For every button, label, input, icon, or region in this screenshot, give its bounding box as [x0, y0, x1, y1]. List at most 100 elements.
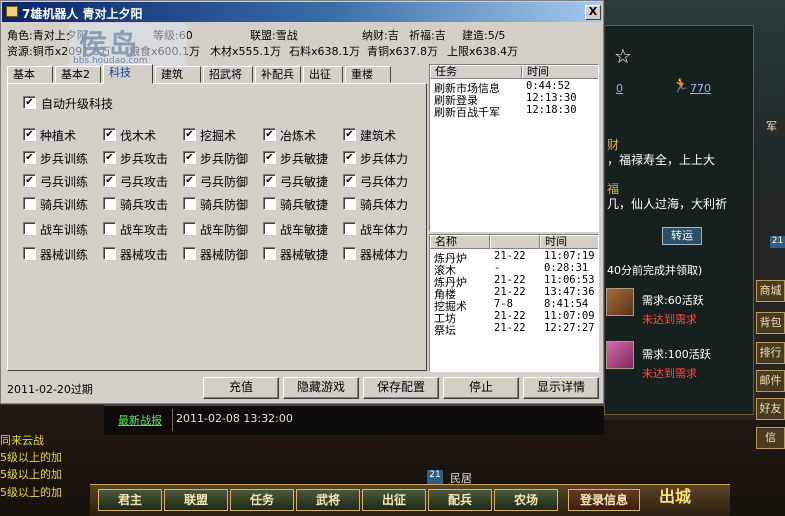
- build-level-cell[interactable]: 21-22: [494, 274, 526, 286]
- tech-checkbox[interactable]: ✔: [343, 151, 356, 164]
- tab-replenish-troops[interactable]: 补配兵: [255, 66, 301, 83]
- army-tab[interactable]: 军: [766, 118, 785, 136]
- side-tab-bag[interactable]: 背包: [756, 312, 785, 334]
- tech-checkbox[interactable]: [23, 222, 36, 235]
- time-column-header[interactable]: 时间: [522, 65, 598, 79]
- build-time-cell[interactable]: 11:06:53: [544, 274, 595, 286]
- build-level-cell[interactable]: 21-22: [494, 250, 526, 262]
- name-column-header[interactable]: 名称: [430, 235, 490, 249]
- tab-recruit-generals[interactable]: 招武将: [203, 66, 253, 83]
- side-tab-shop[interactable]: 商城: [756, 280, 785, 302]
- change-fortune-button[interactable]: 转运: [662, 227, 702, 245]
- build-level-cell[interactable]: 7-8: [494, 298, 513, 310]
- task-time-cell[interactable]: 12:13:30: [526, 92, 577, 104]
- menu-alliance-button[interactable]: 联盟: [164, 489, 228, 511]
- tech-checkbox[interactable]: ✔: [183, 151, 196, 164]
- menu-farm-button[interactable]: 农场: [494, 489, 558, 511]
- close-button[interactable]: X: [585, 5, 601, 20]
- menu-troops-button[interactable]: 配兵: [428, 489, 492, 511]
- build-time-cell[interactable]: 13:47:36: [544, 286, 595, 298]
- tech-checkbox[interactable]: [343, 247, 356, 260]
- tech-checkbox[interactable]: ✔: [263, 174, 276, 187]
- tab-basic[interactable]: 基本: [7, 66, 53, 83]
- reward-chest-icon[interactable]: [606, 288, 634, 316]
- stat-link-770[interactable]: 770: [690, 82, 711, 95]
- build-time-cell[interactable]: 0:28:31: [544, 262, 588, 274]
- tech-checkbox[interactable]: [183, 222, 196, 235]
- save-config-button[interactable]: 保存配置: [363, 377, 439, 399]
- tech-checkbox[interactable]: [23, 247, 36, 260]
- tech-checkbox[interactable]: ✔: [263, 128, 276, 141]
- tab-building[interactable]: 建筑: [155, 66, 201, 83]
- build-queue-list[interactable]: 名称 时间 炼丹炉 21-22 11:07:19 滚木 -0:28:31 炼丹炉 21-22…: [429, 234, 599, 372]
- side-tab-info[interactable]: 信: [756, 427, 785, 449]
- tech-checkbox[interactable]: [183, 247, 196, 260]
- tech-checkbox[interactable]: ✔: [183, 174, 196, 187]
- tech-checkbox[interactable]: [263, 197, 276, 210]
- tech-checkbox[interactable]: [343, 197, 356, 210]
- task-column-header[interactable]: 任务: [430, 65, 522, 79]
- build-level-cell[interactable]: 21-22: [494, 286, 526, 298]
- tech-checkbox[interactable]: ✔: [263, 151, 276, 164]
- build-name-cell[interactable]: 祭坛: [434, 322, 456, 338]
- level-column-header[interactable]: [490, 235, 540, 249]
- task-list[interactable]: 任务 时间 刷新市场信息 0:44:52 刷新登录 12:13:30 刷新百战千军 12:…: [429, 64, 599, 232]
- tech-checkbox[interactable]: [103, 222, 116, 235]
- menu-march-button[interactable]: 出征: [362, 489, 426, 511]
- reward-chest-icon[interactable]: [606, 341, 634, 369]
- window-titlebar[interactable]: 7雄机器人 青对上夕阳 X: [2, 2, 602, 22]
- tab-basic2[interactable]: 基本2: [55, 66, 101, 83]
- tech-checkbox[interactable]: [103, 247, 116, 260]
- requirement-unmet: 未达到需求: [642, 313, 697, 326]
- chat-line: 5级以上的加: [0, 486, 62, 499]
- tech-checkbox[interactable]: ✔: [23, 174, 36, 187]
- tech-checkbox[interactable]: ✔: [103, 151, 116, 164]
- task-name-cell[interactable]: 刷新百战千军: [434, 104, 500, 120]
- menu-quest-button[interactable]: 任务: [230, 489, 294, 511]
- folder-icon: [6, 6, 18, 17]
- side-tab-rank[interactable]: 排行: [756, 342, 785, 364]
- stat-link-zero[interactable]: 0: [616, 82, 623, 95]
- latest-battle-report-link[interactable]: 最新战报: [118, 412, 162, 428]
- build-level-cell[interactable]: 21-22: [494, 322, 526, 334]
- tech-checkbox[interactable]: ✔: [103, 128, 116, 141]
- task-time-cell[interactable]: 12:18:30: [526, 104, 577, 116]
- favorite-star-icon[interactable]: ☆: [614, 44, 632, 68]
- stop-button[interactable]: 停止: [443, 377, 519, 399]
- tech-checkbox[interactable]: ✔: [343, 174, 356, 187]
- tech-checkbox[interactable]: ✔: [343, 128, 356, 141]
- tech-checkbox[interactable]: [263, 247, 276, 260]
- build-time-cell[interactable]: 8:41:54: [544, 298, 588, 310]
- tech-checkbox[interactable]: [103, 197, 116, 210]
- tech-checkbox[interactable]: [183, 197, 196, 210]
- side-tab-friends[interactable]: 好友: [756, 398, 785, 420]
- login-info-button[interactable]: 登录信息: [568, 489, 640, 511]
- build-time-cell[interactable]: 11:07:19: [544, 250, 595, 262]
- build-level-cell[interactable]: 21-22: [494, 310, 526, 322]
- tech-checkbox[interactable]: ✔: [103, 174, 116, 187]
- menu-generals-button[interactable]: 武将: [296, 489, 360, 511]
- map-level-badge: 21: [427, 470, 443, 484]
- tab-tech[interactable]: 科技: [103, 64, 153, 84]
- time-column-header[interactable]: 时间: [540, 235, 598, 249]
- hide-game-button[interactable]: 隐藏游戏: [283, 377, 359, 399]
- tech-checkbox[interactable]: ✔: [183, 128, 196, 141]
- tech-label: 骑兵训练: [40, 198, 89, 212]
- menu-lord-button[interactable]: 君主: [98, 489, 162, 511]
- tech-checkbox[interactable]: ✔: [23, 128, 36, 141]
- tech-checkbox[interactable]: [23, 197, 36, 210]
- tab-march[interactable]: 出征: [303, 66, 343, 83]
- tech-checkbox[interactable]: [343, 222, 356, 235]
- tab-tower[interactable]: 重楼: [345, 66, 391, 83]
- leave-city-button[interactable]: 出城: [640, 478, 710, 516]
- build-level-cell[interactable]: -: [494, 262, 500, 274]
- task-time-cell[interactable]: 0:44:52: [526, 80, 570, 92]
- auto-upgrade-checkbox[interactable]: ✔: [23, 96, 36, 109]
- show-details-button[interactable]: 显示详情: [523, 377, 599, 399]
- tech-checkbox[interactable]: [263, 222, 276, 235]
- recharge-button[interactable]: 充值: [203, 377, 279, 399]
- side-tab-mail[interactable]: 邮件: [756, 370, 785, 392]
- build-time-cell[interactable]: 12:27:27: [544, 322, 595, 334]
- build-time-cell[interactable]: 11:07:09: [544, 310, 595, 322]
- tech-checkbox[interactable]: ✔: [23, 151, 36, 164]
